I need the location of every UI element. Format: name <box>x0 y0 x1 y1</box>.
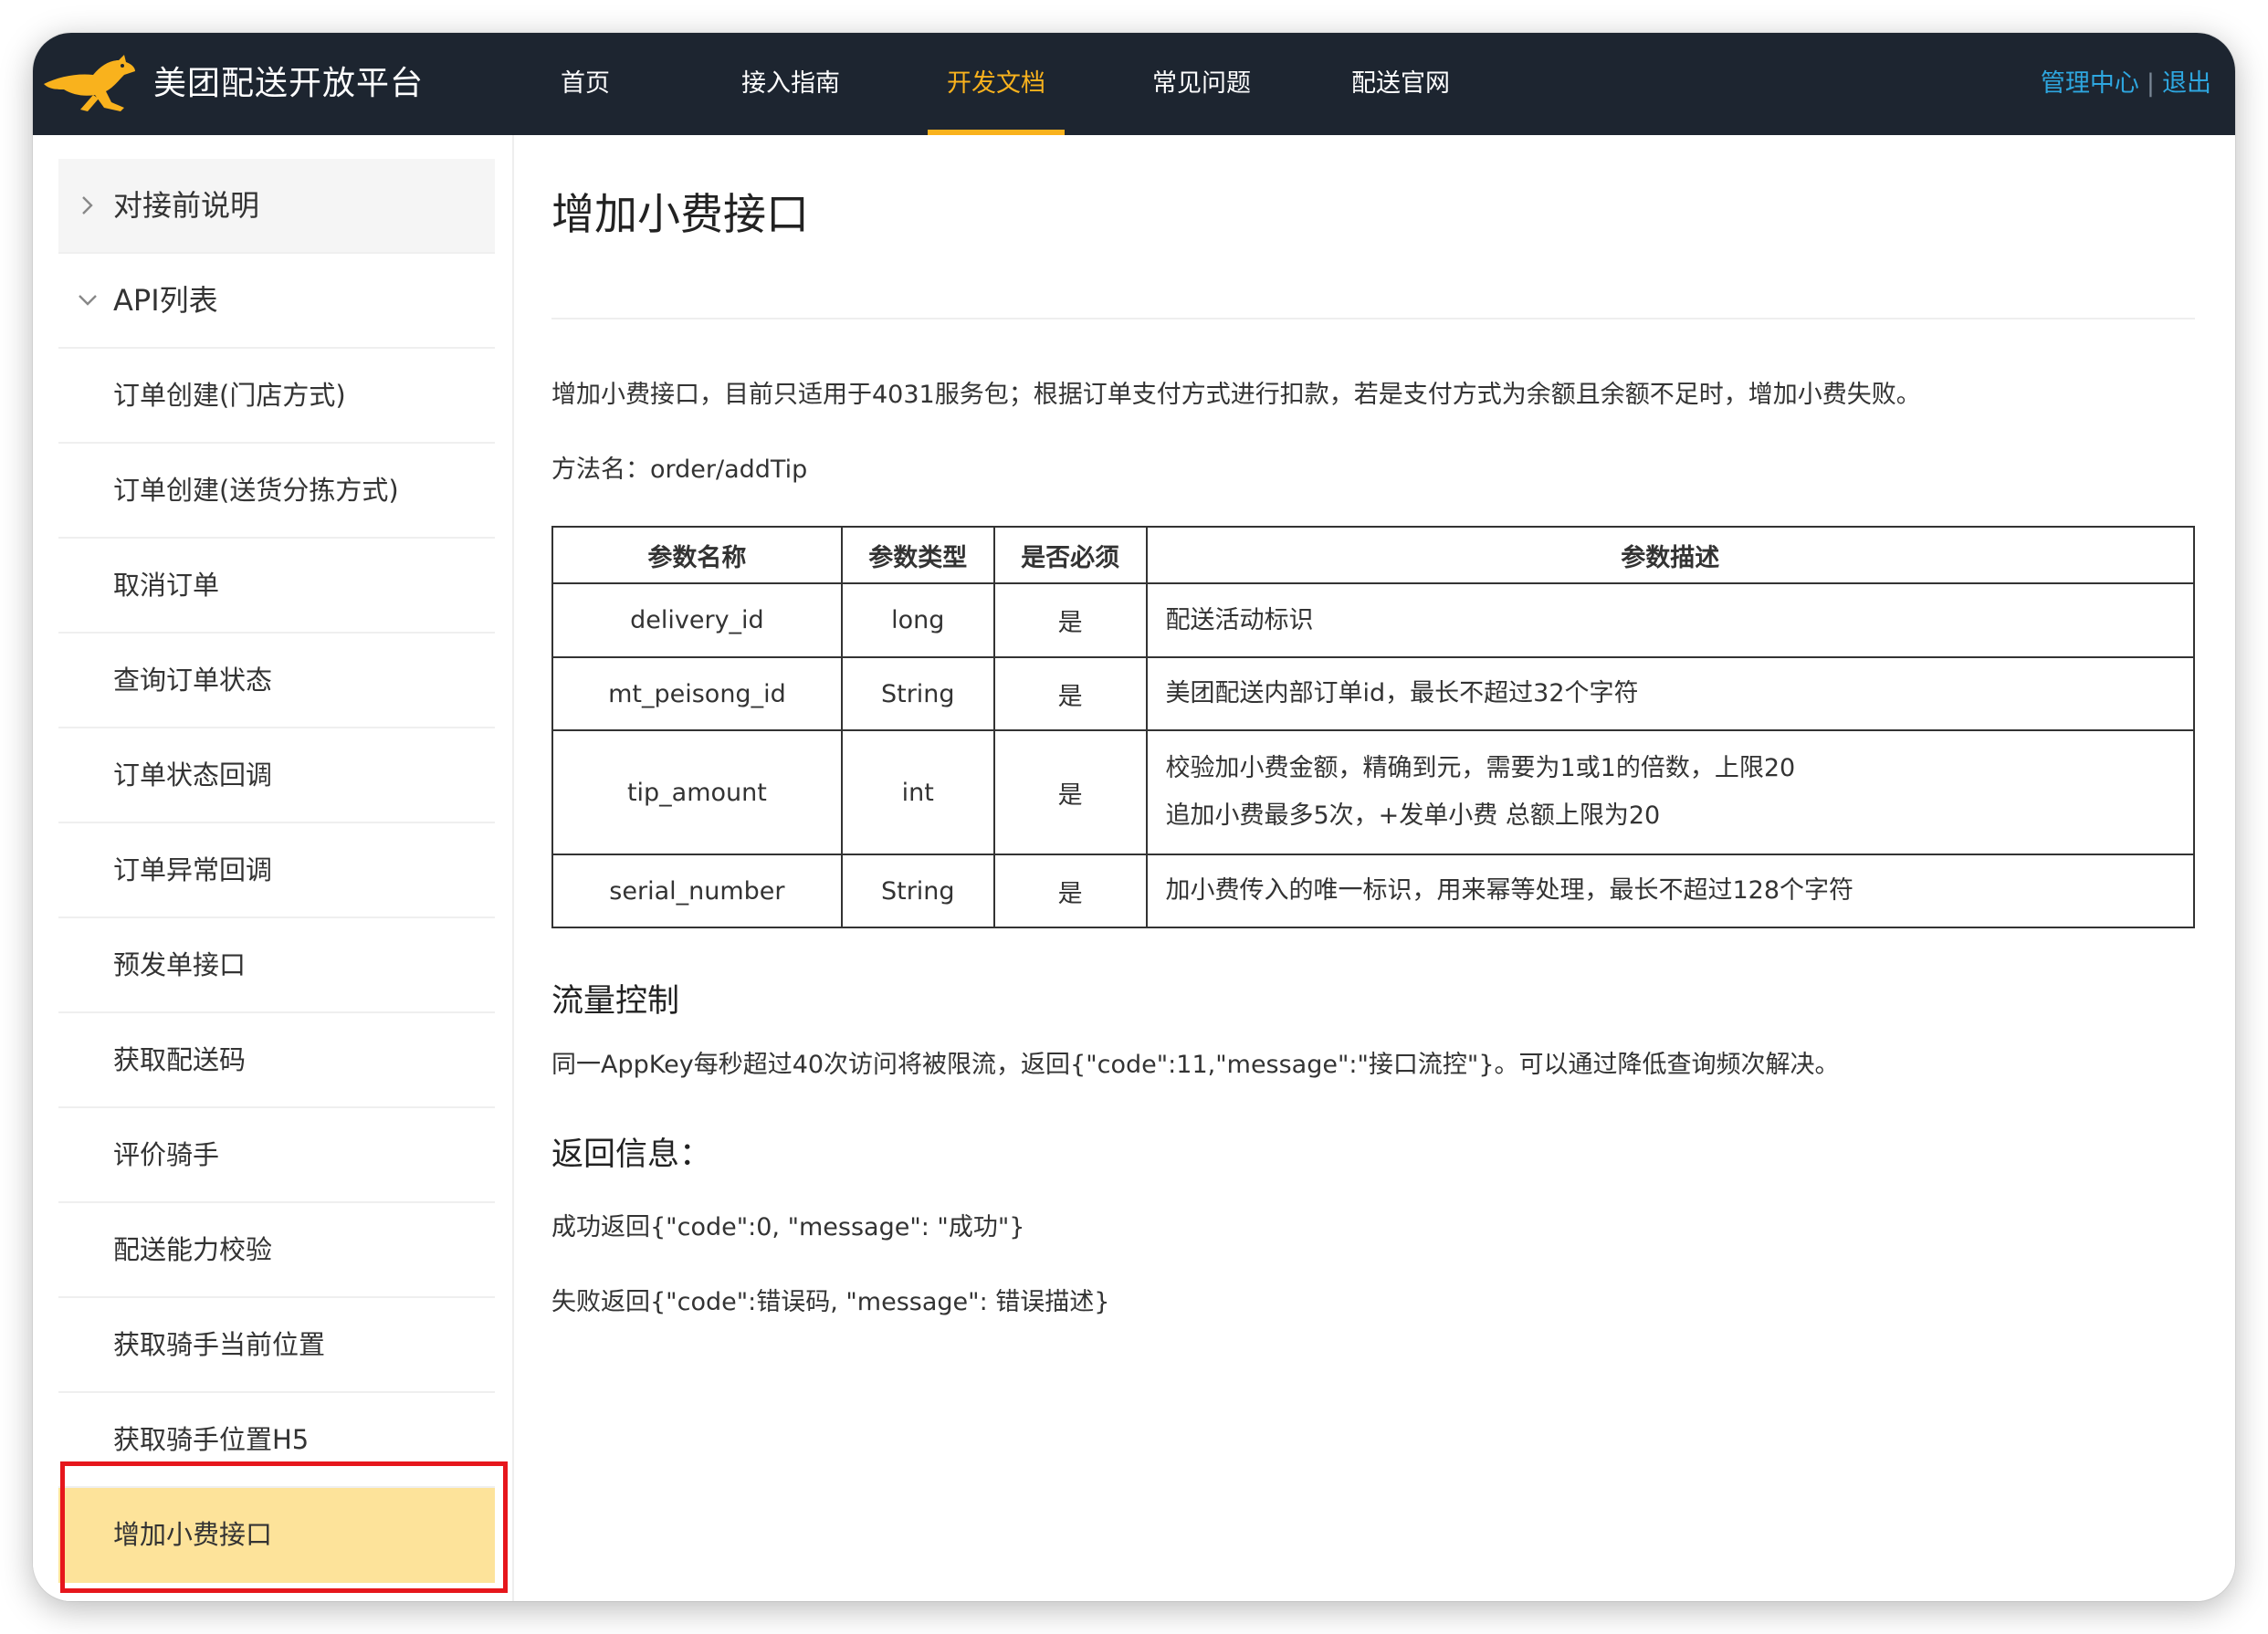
link-separator: | <box>2146 69 2155 98</box>
success-return-text: 成功返回{"code":0, "message": "成功"} <box>551 1213 1025 1241</box>
sidebar-item-pre-order[interactable]: 预发单接口 <box>58 918 495 1013</box>
sidebar-item-add-tip[interactable]: 增加小费接口 <box>58 1488 495 1583</box>
table-row: delivery_id long 是 配送活动标识 <box>551 582 2195 658</box>
nav-access-guide[interactable]: 接入指南 <box>727 33 855 135</box>
admin-center-link[interactable]: 管理中心 <box>2041 69 2139 98</box>
param-name-cell: delivery_id <box>551 582 843 658</box>
sidebar-item-order-exception-callback[interactable]: 订单异常回调 <box>58 823 495 918</box>
sidebar-item-order-create-sorting[interactable]: 订单创建(送货分拣方式) <box>58 444 495 539</box>
param-desc-line: 配送活动标识 <box>1165 605 1314 634</box>
sidebar-item-query-order-status[interactable]: 查询订单状态 <box>58 634 495 728</box>
return-info-title: 返回信息： <box>551 1136 712 1173</box>
nav-dev-docs-label: 开发文档 <box>947 69 1045 98</box>
param-required-cell: 是 <box>992 582 1148 658</box>
param-desc-cell: 加小费传入的唯一标识，用来幂等处理，最长不超过128个字符 <box>1145 854 2195 928</box>
table-row: mt_peisong_id String 是 美团配送内部订单id，最长不超过3… <box>551 656 2195 731</box>
param-desc-line: 追加小费最多5次，+发单小费 总额上限为20 <box>1165 801 1661 830</box>
page-title: 增加小费接口 <box>551 190 809 240</box>
main-content: 增加小费接口 增加小费接口，目前只适用于4031服务包；根据订单支付方式进行扣款… <box>551 135 2204 1596</box>
api-intro-text: 增加小费接口，目前只适用于4031服务包；根据订单支付方式进行扣款，若是支付方式… <box>551 381 1921 409</box>
sidebar-item-delivery-capability-check[interactable]: 配送能力校验 <box>58 1203 495 1298</box>
param-desc-cell: 校验加小费金额，精确到元，需要为1或1的倍数，上限20 追加小费最多5次，+发单… <box>1145 729 2195 855</box>
sidebar-item-get-delivery-code[interactable]: 获取配送码 <box>58 1013 495 1108</box>
param-type-cell: String <box>840 656 995 731</box>
params-table: 参数名称 参数类型 是否必须 参数描述 delivery_id long 是 配… <box>551 526 2195 928</box>
column-header: 参数类型 <box>840 526 995 584</box>
nav-faq[interactable]: 常见问题 <box>1138 33 1265 135</box>
param-required-cell: 是 <box>992 656 1148 731</box>
user-links: 管理中心 | 退出 <box>2041 33 2211 135</box>
chevron-right-icon <box>77 159 99 252</box>
param-required-cell: 是 <box>992 854 1148 928</box>
param-name-cell: tip_amount <box>551 729 843 855</box>
sidebar-item-rider-location-h5[interactable]: 获取骑手位置H5 <box>58 1393 495 1488</box>
flow-control-title: 流量控制 <box>551 983 680 1020</box>
sidebar: 对接前说明 API列表 订单创建(门店方式) 订单创建(送货分拣方式) 取消订单… <box>33 135 514 1601</box>
table-row: tip_amount int 是 校验加小费金额，精确到元，需要为1或1的倍数，… <box>551 729 2195 855</box>
sidebar-item-cancel-order[interactable]: 取消订单 <box>58 539 495 634</box>
fail-return-text: 失败返回{"code":错误码, "message": 错误描述} <box>551 1288 1110 1316</box>
sidebar-group-label: 对接前说明 <box>113 188 260 223</box>
nav-official-site[interactable]: 配送官网 <box>1337 33 1465 135</box>
table-header-row: 参数名称 参数类型 是否必须 参数描述 <box>551 526 2195 584</box>
param-required-cell: 是 <box>992 729 1148 855</box>
sidebar-item-rider-location[interactable]: 获取骑手当前位置 <box>58 1298 495 1393</box>
title-divider <box>551 318 2195 319</box>
sidebar-item-order-create-store[interactable]: 订单创建(门店方式) <box>58 349 495 444</box>
column-header: 参数描述 <box>1145 526 2195 584</box>
param-type-cell: int <box>840 729 995 855</box>
logout-link[interactable]: 退出 <box>2162 69 2211 98</box>
param-desc-line: 加小费传入的唯一标识，用来幂等处理，最长不超过128个字符 <box>1165 876 1854 905</box>
param-type-cell: long <box>840 582 995 658</box>
column-header: 参数名称 <box>551 526 843 584</box>
sidebar-group-label: API列表 <box>113 283 218 318</box>
param-desc-cell: 美团配送内部订单id，最长不超过32个字符 <box>1145 656 2195 731</box>
param-desc-cell: 配送活动标识 <box>1145 582 2195 658</box>
top-navigation-bar: 美团配送开放平台 首页 接入指南 开发文档 常见问题 配送官网 管理中心 | 退出 <box>33 33 2235 135</box>
nav-dev-docs[interactable]: 开发文档 <box>928 33 1065 135</box>
sidebar-group-api-list[interactable]: API列表 <box>58 254 495 349</box>
param-desc-line: 美团配送内部订单id，最长不超过32个字符 <box>1165 679 1639 707</box>
nav-home[interactable]: 首页 <box>544 33 626 135</box>
brand-name[interactable]: 美团配送开放平台 <box>153 33 424 135</box>
param-desc-line: 校验加小费金额，精确到元，需要为1或1的倍数，上限20 <box>1165 754 1796 782</box>
param-name-cell: serial_number <box>551 854 843 928</box>
chevron-down-icon <box>77 254 99 347</box>
sidebar-item-order-status-callback[interactable]: 订单状态回调 <box>58 728 495 823</box>
sidebar-group-pre-integration[interactable]: 对接前说明 <box>58 159 495 254</box>
table-row: serial_number String 是 加小费传入的唯一标识，用来幂等处理… <box>551 854 2195 928</box>
param-name-cell: mt_peisong_id <box>551 656 843 731</box>
flow-control-text: 同一AppKey每秒超过40次访问将被限流，返回{"code":11,"mess… <box>551 1051 1840 1079</box>
column-header: 是否必须 <box>992 526 1148 584</box>
kangaroo-logo[interactable] <box>40 53 141 117</box>
sidebar-item-rate-rider[interactable]: 评价骑手 <box>58 1108 495 1203</box>
param-type-cell: String <box>840 854 995 928</box>
method-name-text: 方法名：order/addTip <box>551 456 808 484</box>
browser-window: 美团配送开放平台 首页 接入指南 开发文档 常见问题 配送官网 管理中心 | 退出 … <box>33 33 2235 1601</box>
